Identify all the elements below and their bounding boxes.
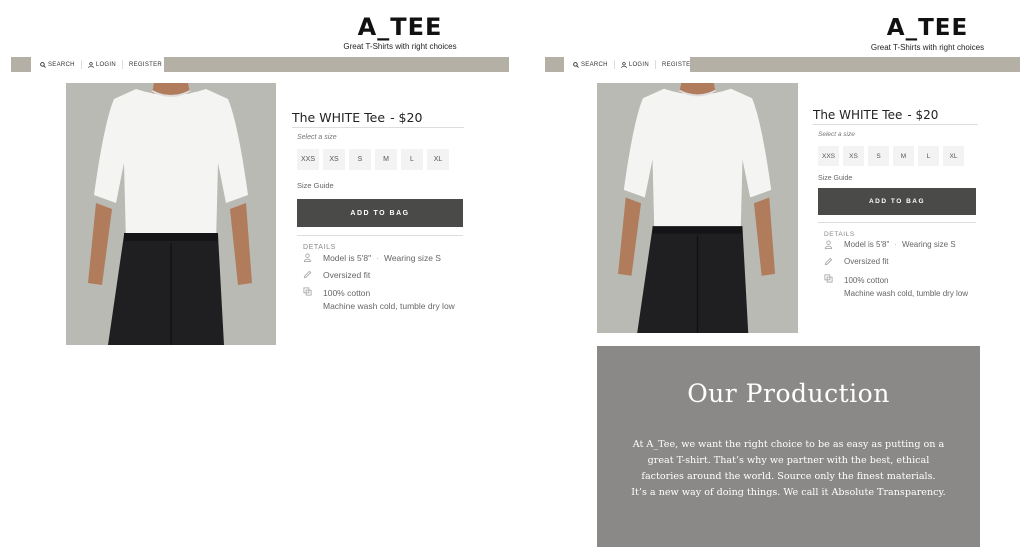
care-text: Machine wash cold, tumble dry low — [323, 301, 455, 311]
fabric-icon — [303, 287, 323, 298]
user-icon — [621, 61, 627, 68]
production-title: Our Production — [687, 379, 890, 408]
pencil-icon — [824, 257, 844, 268]
brand-header-2: A_TEE Great T-Shirts with right choices — [855, 17, 1000, 53]
size-l[interactable]: L — [401, 149, 423, 170]
product-title-row: The WHITE Tee - $20 — [292, 110, 464, 128]
model-wearing-2: Wearing size S — [901, 240, 956, 249]
nav-links-2: SEARCH LOGIN REGISTER — [564, 57, 695, 72]
detail-material-2: 100% cotton Machine wash cold, tumble dr… — [824, 274, 976, 300]
product-title-row-2: The WHITE Tee - $20 — [813, 108, 978, 125]
details-section-2: DETAILS Model is 5'8" · Wearing size S O… — [818, 222, 976, 300]
user-icon — [88, 61, 94, 68]
size-guide-link-2[interactable]: Size Guide — [818, 175, 978, 182]
search-label: SEARCH — [48, 61, 75, 68]
size-xl-2[interactable]: XL — [943, 146, 964, 166]
search-icon — [40, 61, 46, 68]
size-xl[interactable]: XL — [427, 149, 449, 170]
navbar-2: SEARCH LOGIN REGISTER — [545, 57, 1020, 72]
material-text: 100% cotton — [323, 288, 371, 298]
detail-model: Model is 5'8" · Wearing size S — [303, 253, 463, 264]
product-info: The WHITE Tee - $20 Select a size XXS XS… — [292, 110, 464, 313]
login-link[interactable]: LOGIN — [82, 60, 123, 69]
product-price-2: - $20 — [907, 108, 939, 122]
care-text-2: Machine wash cold, tumble dry low — [844, 289, 969, 298]
nav-left-block — [11, 57, 31, 72]
production-line-3: factories around the world. Source only … — [641, 471, 936, 482]
material-lines-2: 100% cotton Machine wash cold, tumble dr… — [844, 274, 968, 300]
model-illustration-2 — [597, 83, 798, 333]
product-name-2: The WHITE Tee — [813, 108, 903, 122]
nav-right-block — [164, 57, 509, 72]
size-options: XXS XS S M L XL — [297, 149, 464, 170]
login-label-2: LOGIN — [628, 61, 649, 68]
nav-links: SEARCH LOGIN REGISTER — [31, 57, 164, 72]
nav-right-block-2 — [690, 57, 1020, 72]
model-height-2: Model is 5'8" — [844, 240, 890, 249]
nav-left-block-2 — [545, 57, 564, 72]
product-photo-2 — [597, 83, 798, 333]
detail-fit-2: Oversized fit — [824, 257, 976, 268]
details-title-2: DETAILS — [824, 231, 855, 238]
size-xxs[interactable]: XXS — [297, 149, 319, 170]
detail-fit: Oversized fit — [303, 270, 463, 281]
register-link[interactable]: REGISTER — [123, 60, 168, 69]
details-title: DETAILS — [303, 244, 336, 251]
left-screen: A_TEE Great T-Shirts with right choices … — [0, 0, 515, 552]
separator-dot: · — [376, 253, 379, 263]
separator-dot-2: · — [894, 240, 897, 249]
pencil-icon — [303, 270, 323, 281]
model-illustration — [66, 83, 276, 345]
product-photo — [66, 83, 276, 345]
brand-header: A_TEE Great T-Shirts with right choices — [330, 15, 470, 51]
size-l-2[interactable]: L — [918, 146, 939, 166]
product-name: The WHITE Tee — [292, 110, 386, 125]
size-xs[interactable]: XS — [323, 149, 345, 170]
search-label-2: SEARCH — [581, 61, 608, 68]
login-link-2[interactable]: LOGIN — [615, 60, 656, 69]
detail-model-2: Model is 5'8" · Wearing size S — [824, 240, 976, 251]
size-s-2[interactable]: S — [868, 146, 889, 166]
fit-text: Oversized fit — [323, 270, 371, 280]
product-price: - $20 — [390, 110, 423, 125]
size-guide-link[interactable]: Size Guide — [297, 181, 464, 190]
person-icon — [303, 253, 323, 264]
production-section: Our Production At A_Tee, we want the rig… — [597, 346, 980, 547]
search-icon — [573, 61, 579, 68]
details-section: DETAILS Model is 5'8" · Wearing size S O… — [297, 235, 463, 313]
logo-2[interactable]: A_TEE — [855, 17, 1000, 40]
size-m-2[interactable]: M — [893, 146, 914, 166]
person-icon — [824, 240, 844, 251]
production-line-1: At A_Tee, we want the right choice to be… — [632, 439, 945, 450]
tagline: Great T-Shirts with right choices — [343, 42, 457, 51]
fabric-icon — [824, 274, 844, 285]
material-lines: 100% cotton Machine wash cold, tumble dr… — [323, 287, 455, 313]
register-label: REGISTER — [128, 61, 163, 68]
size-options-2: XXS XS S M L XL — [818, 146, 978, 166]
material-text-2: 100% cotton — [844, 276, 889, 285]
add-to-bag-button-2[interactable]: ADD TO BAG — [818, 188, 976, 215]
size-label-2: Select a size — [818, 131, 855, 138]
model-wearing: Wearing size S — [383, 253, 441, 263]
size-xs-2[interactable]: XS — [843, 146, 864, 166]
tagline-2: Great T-Shirts with right choices — [870, 43, 985, 52]
search-link-2[interactable]: SEARCH — [567, 60, 615, 69]
model-height: Model is 5'8" — [323, 253, 372, 263]
detail-material: 100% cotton Machine wash cold, tumble dr… — [303, 287, 463, 313]
product-info-2: The WHITE Tee - $20 Select a size XXS XS… — [813, 108, 978, 300]
fit-text-2: Oversized fit — [844, 257, 889, 266]
production-text: At A_Tee, we want the right choice to be… — [597, 437, 980, 501]
add-to-bag-button[interactable]: ADD TO BAG — [297, 199, 463, 227]
logo[interactable]: A_TEE — [330, 15, 470, 39]
search-link[interactable]: SEARCH — [34, 60, 82, 69]
size-m[interactable]: M — [375, 149, 397, 170]
login-label: LOGIN — [95, 61, 116, 68]
size-label: Select a size — [297, 134, 337, 141]
size-xxs-2[interactable]: XXS — [818, 146, 839, 166]
production-line-4: It’s a new way of doing things. We call … — [631, 487, 946, 498]
navbar: SEARCH LOGIN REGISTER — [11, 57, 509, 72]
production-line-2: great T-shirt. That’s why we partner wit… — [647, 455, 930, 466]
size-s[interactable]: S — [349, 149, 371, 170]
